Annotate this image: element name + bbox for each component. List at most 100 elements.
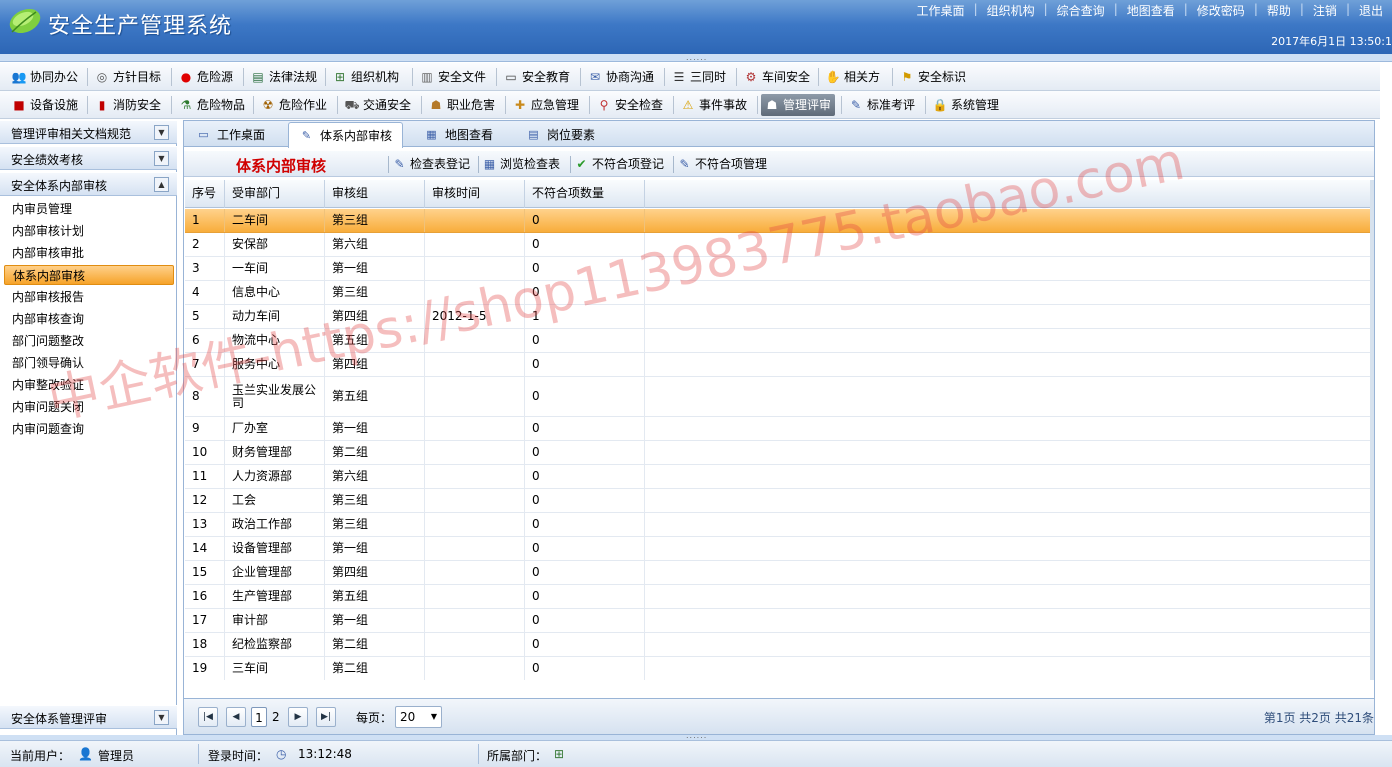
- expand-icon[interactable]: ▼: [154, 151, 169, 166]
- top-link[interactable]: 工作桌面: [908, 2, 974, 18]
- sidebar-item[interactable]: 内部审核报告: [4, 287, 174, 307]
- last-page-icon[interactable]: ▶|: [316, 707, 336, 727]
- sidebar-item[interactable]: 内审整改验证: [4, 375, 174, 395]
- menu-item[interactable]: ✎ 标准考评: [845, 94, 919, 116]
- table-cell: 审计部: [225, 609, 325, 632]
- menu-item[interactable]: ✉ 协商沟通: [584, 66, 658, 88]
- top-link[interactable]: 综合查询: [1048, 2, 1114, 18]
- table-row[interactable]: 4 信息中心 第三组 0: [185, 281, 1373, 305]
- menu-item[interactable]: ☗ 管理评审: [761, 94, 836, 116]
- toolbar-button[interactable]: ▦ 浏览检查表: [482, 154, 560, 174]
- menu-item[interactable]: ☢ 危险作业: [257, 94, 331, 116]
- sidebar-section-label: 安全体系内部审核: [11, 179, 108, 193]
- column-header[interactable]: 序号: [185, 180, 225, 208]
- sidebar-section-management-review[interactable]: 安全体系管理评审 ▼: [0, 705, 177, 729]
- table-row[interactable]: 15 企业管理部 第四组 0: [185, 561, 1373, 585]
- table-row[interactable]: 10 财务管理部 第二组 0: [185, 441, 1373, 465]
- sidebar-item[interactable]: 内部审核查询: [4, 309, 174, 329]
- table-row[interactable]: 8 玉兰实业发展公司 第五组 0: [185, 377, 1373, 417]
- menu-item[interactable]: ✋ 相关方: [822, 66, 884, 88]
- menu-item[interactable]: ⚠ 事件事故: [677, 94, 751, 116]
- table-row[interactable]: 12 工会 第三组 0: [185, 489, 1373, 513]
- toolbar-button[interactable]: ✔ 不符合项登记: [574, 154, 664, 174]
- page-number-current[interactable]: 1: [251, 707, 267, 727]
- sidebar-item[interactable]: 部门问题整改: [4, 331, 174, 351]
- table-row[interactable]: 2 安保部 第六组 0: [185, 233, 1373, 257]
- table-row[interactable]: 17 审计部 第一组 0: [185, 609, 1373, 633]
- menu-item[interactable]: ⚙ 车间安全: [740, 66, 814, 88]
- table-row[interactable]: 3 一车间 第一组 0: [185, 257, 1373, 281]
- menu-item[interactable]: ⚲ 安全检查: [593, 94, 667, 116]
- sidebar-item[interactable]: 体系内部审核: [4, 265, 174, 285]
- top-link[interactable]: 注销: [1304, 2, 1346, 18]
- menu-item[interactable]: ● 危险源: [175, 66, 237, 88]
- menu-separator: [421, 96, 422, 114]
- top-splitter[interactable]: ......: [0, 54, 1392, 62]
- tab[interactable]: ✎ 体系内部审核: [288, 122, 404, 148]
- per-page-select[interactable]: 20 ▼: [395, 706, 442, 728]
- table-row[interactable]: 19 三车间 第二组 0: [185, 657, 1373, 680]
- menu-item[interactable]: ⚑ 安全标识: [896, 66, 970, 88]
- menu-item[interactable]: ☰ 三同时: [668, 66, 730, 88]
- next-page-icon[interactable]: ▶: [288, 707, 308, 727]
- table-row[interactable]: 9 厂办室 第一组 0: [185, 417, 1373, 441]
- page-number[interactable]: 2: [272, 707, 280, 727]
- top-link[interactable]: 退出: [1350, 2, 1392, 18]
- tab[interactable]: ▤ 岗位要素: [516, 122, 605, 147]
- sidebar-item[interactable]: 内审问题查询: [4, 419, 174, 439]
- table-row[interactable]: 1 二车间 第三组 0: [185, 209, 1373, 233]
- tab[interactable]: ▦ 地图查看: [414, 122, 503, 147]
- table-row[interactable]: 7 服务中心 第四组 0: [185, 353, 1373, 377]
- expand-icon[interactable]: ▼: [154, 125, 169, 140]
- table-row[interactable]: 5 动力车间 第四组 2012-1-5 1: [185, 305, 1373, 329]
- column-header[interactable]: 审核组: [325, 180, 425, 208]
- sidebar: 管理评审相关文档规范 ▼ 安全绩效考核 ▼ 安全体系内部审核 ▲ 内审员管理 内部…: [0, 120, 177, 735]
- prev-page-icon[interactable]: ◀: [226, 707, 246, 727]
- menu-item[interactable]: ⚗ 危险物品: [175, 94, 249, 116]
- vertical-scrollbar[interactable]: [1370, 180, 1374, 680]
- table-row[interactable]: 14 设备管理部 第一组 0: [185, 537, 1373, 561]
- top-link[interactable]: 组织机构: [978, 2, 1044, 18]
- collapse-icon[interactable]: ▲: [154, 177, 169, 192]
- top-link[interactable]: 修改密码: [1188, 2, 1254, 18]
- pagination-bar: |◀ ◀ 1 2 ▶ ▶| 每页： 20 ▼ 第1页 共2页 共21条: [184, 698, 1374, 734]
- column-header[interactable]: 审核时间: [425, 180, 525, 208]
- menu-item[interactable]: ⛟ 交通安全: [341, 94, 415, 116]
- top-link[interactable]: 地图查看: [1118, 2, 1184, 18]
- column-header[interactable]: 不符合项数量: [525, 180, 645, 208]
- table-cell: 生产管理部: [225, 585, 325, 608]
- menu-item[interactable]: ▮ 消防安全: [91, 94, 165, 116]
- sidebar-section-internal-audit[interactable]: 安全体系内部审核 ▲: [0, 172, 177, 196]
- sidebar-item[interactable]: 内审员管理: [4, 199, 174, 219]
- first-page-icon[interactable]: |◀: [198, 707, 218, 727]
- table-row[interactable]: 16 生产管理部 第五组 0: [185, 585, 1373, 609]
- menu-item[interactable]: ◎ 方针目标: [91, 66, 165, 88]
- expand-icon[interactable]: ▼: [154, 710, 169, 725]
- red-dot-icon: ●: [180, 70, 192, 84]
- sidebar-item[interactable]: 内部审核审批: [4, 243, 174, 263]
- menu-item[interactable]: ▤ 法律法规: [247, 66, 321, 88]
- table-row[interactable]: 13 政治工作部 第三组 0: [185, 513, 1373, 537]
- sidebar-item[interactable]: 内审问题关闭: [4, 397, 174, 417]
- column-header[interactable]: 受审部门: [225, 180, 325, 208]
- top-link[interactable]: 帮助: [1258, 2, 1300, 18]
- sidebar-item[interactable]: 内部审核计划: [4, 221, 174, 241]
- menu-item[interactable]: ✚ 应急管理: [509, 94, 583, 116]
- table-row[interactable]: 6 物流中心 第五组 0: [185, 329, 1373, 353]
- table-cell: 3: [185, 257, 225, 280]
- menu-item[interactable]: ☗ 职业危害: [425, 94, 499, 116]
- sidebar-section-performance[interactable]: 安全绩效考核 ▼: [0, 146, 177, 170]
- menu-item[interactable]: ⊞ 组织机构: [329, 66, 403, 88]
- menu-item[interactable]: ■ 设备设施: [8, 94, 82, 116]
- menu-item[interactable]: ▥ 安全文件: [416, 66, 490, 88]
- tab[interactable]: ▭ 工作桌面: [186, 122, 275, 147]
- toolbar-button[interactable]: ✎ 检查表登记: [392, 154, 470, 174]
- table-row[interactable]: 18 纪检监察部 第二组 0: [185, 633, 1373, 657]
- menu-item[interactable]: ▭ 安全教育: [500, 66, 574, 88]
- sidebar-item[interactable]: 部门领导确认: [4, 353, 174, 373]
- menu-item[interactable]: 🔒 系统管理: [929, 94, 1003, 116]
- sidebar-section-review-docs[interactable]: 管理评审相关文档规范 ▼: [0, 120, 177, 144]
- menu-item[interactable]: 👥 协同办公: [8, 66, 82, 88]
- table-row[interactable]: 11 人力资源部 第六组 0: [185, 465, 1373, 489]
- toolbar-button[interactable]: ✎ 不符合项管理: [677, 154, 767, 174]
